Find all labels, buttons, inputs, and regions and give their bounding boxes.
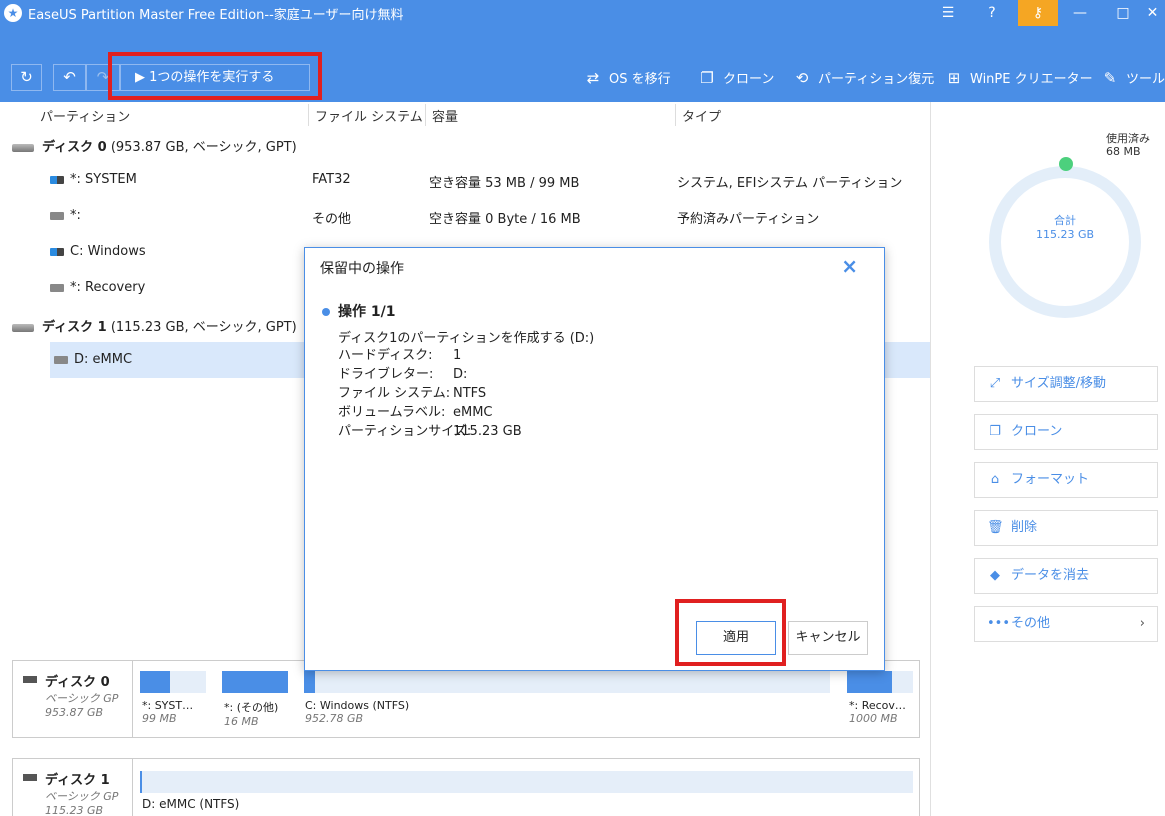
detail-row: パーティションサイズ:115.23 GB xyxy=(338,424,522,439)
title-bar: ★ EaseUS Partition Master Free Edition--… xyxy=(0,0,1165,26)
map-segment[interactable] xyxy=(140,771,913,793)
trash-icon: 🗑 xyxy=(987,520,1004,535)
windows-icon: ⊞ xyxy=(947,69,961,87)
cancel-button[interactable]: キャンセル xyxy=(788,621,868,655)
help-icon[interactable]: ? xyxy=(972,0,1012,26)
segment-label: *: SYST… 99 MB xyxy=(142,699,194,725)
disk-icon xyxy=(12,143,34,152)
migrate-os-button[interactable]: ⇄ OS を移行 xyxy=(583,68,671,88)
partition-icon xyxy=(50,283,64,292)
undo-button[interactable]: ↶ xyxy=(53,64,86,91)
partition-icon xyxy=(50,211,64,220)
detail-row: ハードディスク: 1 xyxy=(338,348,462,363)
tools-button[interactable]: ✎ ツール xyxy=(1100,68,1165,88)
menu-icon[interactable]: ☰ xyxy=(928,0,968,26)
format-button[interactable]: ⌂ フォーマット xyxy=(974,462,1158,498)
more-icon: ••• xyxy=(987,616,1011,631)
maximize-icon[interactable]: □ xyxy=(1103,0,1143,26)
dialog-title: 保留中の操作 xyxy=(320,261,404,277)
segment-label: *: Recov… 1000 MB xyxy=(849,699,906,725)
window-title: EaseUS Partition Master Free Edition--家庭… xyxy=(28,8,404,23)
table-row[interactable]: *: SYSTEM FAT32 空き容量 53 MB / 99 MB システム,… xyxy=(50,162,930,198)
partition-recovery-button[interactable]: ⟲ パーティション復元 xyxy=(792,68,935,88)
close-icon[interactable]: × xyxy=(841,254,858,278)
disk-map-label: ディスク 0 ベーシック GP 953.87 GB xyxy=(13,661,133,737)
usage-ring xyxy=(989,166,1141,318)
partition-icon xyxy=(54,355,68,364)
wrench-icon: ✎ xyxy=(1103,69,1117,87)
detail-row: ドライブレター: D: xyxy=(338,367,468,382)
map-segment[interactable] xyxy=(304,671,830,693)
disk-icon xyxy=(23,676,37,683)
disk-row[interactable]: ディスク 1 (115.23 GB, ベーシック, GPT) xyxy=(12,316,297,335)
clone-icon: ❐ xyxy=(989,424,1001,439)
column-divider xyxy=(308,104,309,126)
segment-fill xyxy=(140,671,171,693)
minimize-icon[interactable]: — xyxy=(1060,0,1100,26)
col-header-filesystem[interactable]: ファイル システム xyxy=(315,106,423,125)
column-divider xyxy=(425,104,426,126)
used-label: 使用済み 68 MB xyxy=(1106,132,1150,158)
close-icon[interactable]: ✕ xyxy=(1140,0,1165,26)
star-icon: ★ xyxy=(4,4,22,22)
disk-icon xyxy=(12,323,34,332)
col-header-type[interactable]: タイプ xyxy=(682,106,721,125)
toolbar: ↻ ↶ ↷ ▶ 1つの操作を実行する ⇄ OS を移行 ❐ クローン ⟲ パーティショ… xyxy=(0,26,1165,102)
disk-map-0: ディスク 0 ベーシック GP 953.87 GB *: SYST… 99 MB … xyxy=(12,660,920,738)
resize-move-button[interactable]: ⤢ サイズ調整/移動 xyxy=(974,366,1158,402)
operation-details: ハードディスク: 1 ドライブレター: D: ファイル システム: NTFS ボリュー… xyxy=(338,346,522,441)
map-segment[interactable] xyxy=(140,671,206,693)
clone-button[interactable]: ❐ クローン xyxy=(697,68,774,88)
map-segment[interactable] xyxy=(222,671,288,693)
detail-row: ボリュームラベル: eMMC xyxy=(338,405,493,420)
disk-map-label: ディスク 1 ベーシック GP 115.23 GB xyxy=(13,759,133,816)
clone-icon: ❐ xyxy=(700,69,714,87)
resize-icon: ⤢ xyxy=(989,376,1001,391)
disk-map-1: ディスク 1 ベーシック GP 115.23 GB D: eMMC (NTFS) xyxy=(12,758,920,816)
used-indicator xyxy=(1059,157,1073,171)
segment-label: C: Windows (NTFS) 952.78 GB xyxy=(305,699,410,725)
more-button[interactable]: •••その他 › xyxy=(974,606,1158,642)
side-panel: 使用済み 68 MB 合計 115.23 GB ⤢ サイズ調整/移動 ❐ クローン ⌂ フ… xyxy=(930,102,1165,816)
recovery-icon: ⟲ xyxy=(795,69,809,87)
winpe-creator-button[interactable]: ⊞ WinPE クリエーター xyxy=(944,68,1093,88)
pending-operations-dialog: 保留中の操作 × 操作 1/1 ディスク1のパーティションを作成する (D:) … xyxy=(304,247,885,671)
clone-partition-button[interactable]: ❐ クローン xyxy=(974,414,1158,450)
windows-partition-icon xyxy=(50,247,64,256)
migrate-icon: ⇄ xyxy=(586,69,600,87)
refresh-button[interactable]: ↻ xyxy=(11,64,42,91)
disk-row[interactable]: ディスク 0 (953.87 GB, ベーシック, GPT) xyxy=(12,136,297,155)
undo-icon: ↶ xyxy=(63,68,76,86)
delete-button[interactable]: 🗑 削除 xyxy=(974,510,1158,546)
bullet-icon xyxy=(322,308,330,316)
disk-icon xyxy=(23,774,37,781)
key-icon[interactable]: ⚷ xyxy=(1018,0,1058,26)
eraser-icon: ◆ xyxy=(990,568,1000,583)
format-icon: ⌂ xyxy=(990,472,1000,487)
segment-fill xyxy=(847,671,892,693)
highlight-box xyxy=(108,52,322,100)
col-header-partition[interactable]: パーティション xyxy=(40,106,130,125)
wipe-data-button[interactable]: ◆ データを消去 xyxy=(974,558,1158,594)
operation-description: ディスク1のパーティションを作成する (D:) xyxy=(338,331,595,346)
table-row[interactable]: *: その他 空き容量 0 Byte / 16 MB 予約済みパーティション xyxy=(50,198,930,234)
segment-fill xyxy=(222,671,288,693)
segment-fill xyxy=(304,671,315,693)
segment-label: *: (その他) 16 MB xyxy=(224,701,279,728)
chevron-right-icon: › xyxy=(1139,616,1145,631)
segment-label: D: eMMC (NTFS) xyxy=(142,797,240,811)
refresh-icon: ↻ xyxy=(20,68,33,86)
total-label: 合計 115.23 GB xyxy=(1035,214,1095,241)
map-segment[interactable] xyxy=(847,671,913,693)
windows-partition-icon xyxy=(50,175,64,184)
detail-row: ファイル システム: NTFS xyxy=(338,386,487,401)
column-divider xyxy=(675,104,676,126)
highlight-box xyxy=(675,599,786,666)
col-header-capacity[interactable]: 容量 xyxy=(432,106,458,125)
operation-heading: 操作 1/1 xyxy=(322,301,395,321)
